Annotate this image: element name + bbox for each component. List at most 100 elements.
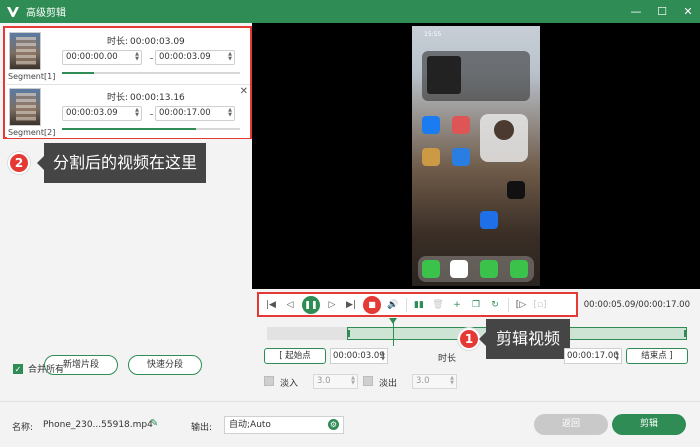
phone-status-time: 15:55 bbox=[424, 31, 442, 38]
segment-end-field[interactable]: 00:00:17.00 ▲ ▼ bbox=[155, 106, 235, 121]
segment-start-field[interactable]: 00:00:00.00 ▲ ▼ bbox=[62, 50, 142, 65]
minimize-button[interactable]: — bbox=[630, 5, 642, 18]
app-folder-icon bbox=[452, 116, 470, 134]
toolbar-divider bbox=[406, 297, 407, 312]
messages-icon bbox=[510, 260, 528, 278]
mark-in-icon[interactable]: [▷ bbox=[514, 298, 528, 312]
close-button[interactable]: ✕ bbox=[682, 5, 694, 18]
fade-in-field[interactable]: 3.0 ▲ ▼ bbox=[313, 374, 358, 389]
alipay-icon bbox=[480, 211, 498, 229]
volume-icon[interactable]: 🔊 bbox=[386, 298, 400, 312]
spinner-arrows-icon[interactable]: ▲ ▼ bbox=[381, 350, 385, 362]
window-title: 高级剪辑 bbox=[26, 8, 66, 19]
output-label: 输出: bbox=[191, 423, 213, 433]
range-separator bbox=[150, 114, 153, 115]
trim-row: [ 起始点 00:00:03.09 ▲ ▼ 时长 00:00:17.00 ▲ ▼ 结… bbox=[264, 348, 689, 364]
name-label: 名称: bbox=[12, 423, 34, 433]
segment-progress-bar bbox=[62, 128, 240, 130]
segment-item[interactable]: Segment[2] 时长: 00:00:13.16 ✕ 00:00:03.09 … bbox=[7, 84, 250, 138]
fade-out-field[interactable]: 3.0 ▲ ▼ bbox=[412, 374, 457, 389]
fade-in-checkbox[interactable] bbox=[264, 376, 274, 386]
bottom-bar: 名称: Phone_230...55918.mp4 ✎ 输出: 自动;Auto … bbox=[0, 401, 700, 447]
time-readout: 00:00:05.09/00:00:17.00 bbox=[583, 300, 690, 310]
stop-button[interactable]: ■ bbox=[363, 295, 381, 314]
segment-duration: 时长: 00:00:03.09 bbox=[107, 37, 185, 47]
add-icon[interactable]: + bbox=[450, 298, 464, 312]
callout-label: 分割后的视频在这里 bbox=[36, 143, 207, 183]
merge-all-checkbox[interactable]: ✓ bbox=[13, 363, 23, 374]
fade-in-label: 淡入 bbox=[280, 379, 299, 389]
spinner-arrows-icon[interactable]: ▲ ▼ bbox=[615, 350, 619, 362]
app-folder-icon bbox=[422, 148, 440, 166]
start-time-field[interactable]: 00:00:03.09 ▲ ▼ bbox=[330, 348, 388, 364]
wechat-icon bbox=[422, 260, 440, 278]
video-preview[interactable]: 15:55 bbox=[252, 23, 700, 289]
segment-panel: Segment[1] 时长: 00:00:03.09 00:00:00.00 ▲ ▼… bbox=[0, 23, 252, 398]
file-name: Phone_230...55918.mp4 bbox=[43, 420, 153, 430]
end-time-field[interactable]: 00:00:17.00 ▲ ▼ bbox=[564, 348, 622, 364]
duration-label: 时长 bbox=[438, 354, 457, 364]
go-to-end-icon[interactable]: ▶| bbox=[344, 298, 358, 312]
contact-widget-image bbox=[480, 114, 528, 162]
apple-tv-icon bbox=[507, 181, 525, 199]
range-separator bbox=[150, 58, 153, 59]
maximize-button[interactable]: ☐ bbox=[656, 5, 668, 18]
playhead[interactable] bbox=[389, 318, 397, 346]
segment-item[interactable]: Segment[1] 时长: 00:00:03.09 00:00:00.00 ▲ ▼… bbox=[7, 29, 250, 83]
output-settings-field[interactable]: 自动;Auto ⚙ bbox=[224, 416, 344, 434]
app-store-icon bbox=[422, 116, 440, 134]
split-icon[interactable]: ▮▮ bbox=[412, 298, 426, 312]
fade-out-label: 淡出 bbox=[379, 379, 398, 389]
edit-name-icon[interactable]: ✎ bbox=[150, 418, 158, 429]
pause-button[interactable]: ❚❚ bbox=[302, 295, 320, 314]
spinner-arrows-icon[interactable]: ▲ ▼ bbox=[135, 52, 139, 62]
quick-split-button[interactable]: 快速分段 bbox=[128, 355, 202, 375]
spinner-arrows-icon[interactable]: ▲ ▼ bbox=[228, 52, 232, 62]
segment-thumbnail[interactable] bbox=[9, 32, 41, 70]
app-logo-icon bbox=[7, 6, 19, 17]
segment-name: Segment[1] bbox=[8, 72, 56, 81]
mark-out-icon[interactable]: [▫] bbox=[533, 298, 547, 312]
spinner-arrows-icon[interactable]: ▲ ▼ bbox=[228, 108, 232, 118]
segment-start-field[interactable]: 00:00:03.09 ▲ ▼ bbox=[62, 106, 142, 121]
spinner-arrows-icon[interactable]: ▲ ▼ bbox=[351, 376, 355, 386]
callout-number-badge: 1 bbox=[458, 328, 480, 350]
go-to-start-icon[interactable]: |◀ bbox=[264, 298, 278, 312]
qq-icon bbox=[450, 260, 468, 278]
spinner-arrows-icon[interactable]: ▲ ▼ bbox=[450, 376, 454, 386]
callout-number-badge: 2 bbox=[8, 152, 30, 174]
segment-end-field[interactable]: 00:00:03.09 ▲ ▼ bbox=[155, 50, 235, 65]
merge-all-option[interactable]: ✓ 合并所有 bbox=[13, 362, 64, 375]
step-forward-icon[interactable]: ▷ bbox=[325, 298, 339, 312]
segment-list: Segment[1] 时长: 00:00:03.09 00:00:00.00 ▲ ▼… bbox=[3, 26, 252, 139]
step-back-icon[interactable]: ◁ bbox=[283, 298, 297, 312]
phone-dock bbox=[418, 256, 534, 282]
reset-icon[interactable]: ↻ bbox=[488, 298, 502, 312]
segment-duration: 时长: 00:00:13.16 bbox=[107, 93, 185, 103]
preview-frame: 15:55 bbox=[412, 26, 540, 286]
fade-out-checkbox[interactable] bbox=[363, 376, 373, 386]
set-end-button[interactable]: 结束点 ] bbox=[626, 348, 688, 364]
spinner-arrows-icon[interactable]: ▲ ▼ bbox=[135, 108, 139, 118]
trim-start-handle[interactable] bbox=[346, 330, 350, 337]
delete-segment-icon[interactable]: ✕ bbox=[240, 86, 248, 97]
edit-button[interactable]: 剪辑 bbox=[612, 414, 686, 435]
mail-icon bbox=[452, 148, 470, 166]
segment-thumbnail[interactable] bbox=[9, 88, 41, 126]
playback-toolbar: |◀ ◁ ❚❚ ▷ ▶| ■ 🔊 ▮▮ 🗑 + ❐ ↻ [▷ [▫] bbox=[257, 292, 578, 317]
edit-callout: 1 剪辑视频 bbox=[458, 319, 571, 359]
trim-end-handle[interactable] bbox=[683, 330, 687, 337]
copy-icon[interactable]: ❐ bbox=[469, 298, 483, 312]
toolbar-divider bbox=[508, 297, 509, 312]
phone-icon bbox=[480, 260, 498, 278]
gear-icon[interactable]: ⚙ bbox=[328, 419, 339, 430]
edit-controls: |◀ ◁ ❚❚ ▷ ▶| ■ 🔊 ▮▮ 🗑 + ❐ ↻ [▷ [▫] 00:00… bbox=[252, 289, 700, 401]
segment-callout: 2 分割后的视频在这里 bbox=[8, 143, 207, 183]
merge-all-label: 合并所有 bbox=[28, 365, 65, 375]
back-button[interactable]: 返回 bbox=[534, 414, 608, 435]
segment-name: Segment[2] bbox=[8, 128, 56, 137]
set-start-button[interactable]: [ 起始点 bbox=[264, 348, 326, 364]
title-bar: 高级剪辑 — ☐ ✕ bbox=[0, 0, 700, 23]
segment-progress-bar bbox=[62, 72, 240, 74]
delete-icon[interactable]: 🗑 bbox=[431, 298, 445, 312]
